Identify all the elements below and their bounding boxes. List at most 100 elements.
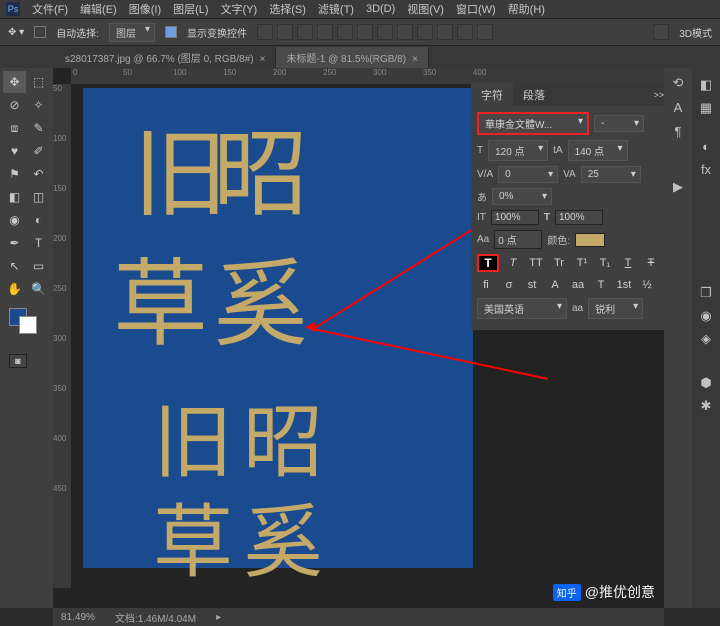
underline-btn[interactable]: T bbox=[619, 255, 637, 271]
subscript-btn[interactable]: T₁ bbox=[596, 255, 614, 271]
kerning-input[interactable]: 0 bbox=[498, 166, 558, 183]
ot-liga-btn[interactable]: fi bbox=[477, 277, 495, 293]
doc-tab[interactable]: s28017387.jpg @ 66.7% (图层 0, RGB/8#)× bbox=[55, 47, 276, 68]
eyedropper-tool[interactable]: ✎ bbox=[27, 117, 50, 139]
type-tool[interactable]: T bbox=[27, 232, 50, 254]
tracking-input[interactable]: 25 bbox=[581, 166, 641, 183]
menu-item[interactable]: 滤镜(T) bbox=[318, 1, 354, 17]
nav-panel-icon[interactable]: ✱ bbox=[695, 395, 717, 417]
menu-item[interactable]: 视图(V) bbox=[407, 1, 444, 17]
3d-panel-icon[interactable]: ⬢ bbox=[695, 372, 717, 394]
brush-tool[interactable]: ✐ bbox=[27, 140, 50, 162]
auto-select-target[interactable]: 图层 bbox=[109, 23, 155, 42]
ot-swsh-btn[interactable]: A bbox=[546, 277, 564, 293]
ot-dlig-btn[interactable]: st bbox=[523, 277, 541, 293]
menu-item[interactable]: 编辑(E) bbox=[80, 1, 117, 17]
panel-menu-icon[interactable]: >> ▤ bbox=[647, 90, 664, 101]
allcaps-btn[interactable]: TT bbox=[527, 255, 545, 271]
status-chevron-icon[interactable]: ▸ bbox=[216, 612, 221, 623]
gradient-tool[interactable]: ◫ bbox=[27, 186, 50, 208]
menu-item[interactable]: 文件(F) bbox=[32, 1, 68, 17]
antialias-select[interactable]: 锐利 bbox=[588, 298, 643, 319]
marquee-tool[interactable]: ⬚ bbox=[27, 71, 50, 93]
distribute-btn[interactable] bbox=[477, 24, 493, 40]
layers-panel-icon[interactable]: ❐ bbox=[695, 282, 717, 304]
styles-panel-icon[interactable]: fx bbox=[695, 158, 717, 180]
move-tool[interactable]: ✥ bbox=[3, 71, 26, 93]
distribute-btn[interactable] bbox=[417, 24, 433, 40]
doc-tab-active[interactable]: 未标题-1 @ 81.5%(RGB/8)× bbox=[276, 47, 428, 68]
close-icon[interactable]: × bbox=[260, 54, 266, 65]
path-tool[interactable]: ↖ bbox=[3, 255, 26, 277]
wand-tool[interactable]: ✧ bbox=[27, 94, 50, 116]
vscale-input[interactable]: 100% bbox=[491, 210, 539, 225]
background-swatch[interactable] bbox=[19, 316, 37, 334]
text-color-swatch[interactable] bbox=[575, 233, 605, 247]
ot-calt-btn[interactable]: σ bbox=[500, 277, 518, 293]
superscript-btn[interactable]: T¹ bbox=[573, 255, 591, 271]
dodge-tool[interactable]: ◐ bbox=[27, 209, 50, 231]
strike-btn[interactable]: Ŧ bbox=[642, 255, 660, 271]
history-icon[interactable]: ⟲ bbox=[667, 72, 689, 94]
menu-item[interactable]: 3D(D) bbox=[366, 3, 395, 15]
distribute-btn[interactable] bbox=[457, 24, 473, 40]
language-select[interactable]: 美国英语 bbox=[477, 298, 567, 319]
font-style-select[interactable]: - bbox=[594, 115, 644, 132]
baseline-input[interactable]: 0 点 bbox=[494, 230, 542, 249]
3d-mode-btn[interactable] bbox=[653, 24, 669, 40]
stamp-tool[interactable]: ⚑ bbox=[3, 163, 26, 185]
paths-panel-icon[interactable]: ◈ bbox=[695, 328, 717, 350]
faux-italic-btn[interactable]: T bbox=[504, 255, 522, 271]
smallcaps-btn[interactable]: Tr bbox=[550, 255, 568, 271]
canvas[interactable]: 旧 昭 草 奚 旧 昭 草 奚 bbox=[83, 88, 473, 568]
zoom-tool[interactable]: 🔍 bbox=[27, 278, 50, 300]
font-size-input[interactable]: 120 点 bbox=[488, 140, 548, 161]
auto-select-checkbox[interactable] bbox=[34, 26, 46, 38]
para-panel-icon[interactable]: ¶ bbox=[667, 120, 689, 142]
blur-tool[interactable]: ◉ bbox=[3, 209, 26, 231]
align-btn[interactable] bbox=[357, 24, 373, 40]
menu-item[interactable]: 窗口(W) bbox=[456, 1, 496, 17]
leading-input[interactable]: 140 点 bbox=[568, 140, 628, 161]
doc-size[interactable]: 文档:1.46M/4.04M bbox=[115, 610, 196, 625]
font-family-select[interactable]: 華康金文體W... bbox=[477, 112, 589, 135]
hscale-input[interactable]: 100% bbox=[555, 210, 603, 225]
menu-item[interactable]: 选择(S) bbox=[269, 1, 306, 17]
align-btn[interactable] bbox=[317, 24, 333, 40]
ot-ordn-btn[interactable]: 1st bbox=[615, 277, 633, 293]
lasso-tool[interactable]: ⊘ bbox=[3, 94, 26, 116]
menu-item[interactable]: 文字(Y) bbox=[221, 1, 258, 17]
swatches-panel-icon[interactable]: ▦ bbox=[695, 97, 717, 119]
distribute-btn[interactable] bbox=[397, 24, 413, 40]
crop-tool[interactable]: ⧈ bbox=[3, 117, 26, 139]
paragraph-tab[interactable]: 段落 bbox=[513, 83, 555, 107]
pen-tool[interactable]: ✒ bbox=[3, 232, 26, 254]
quickmask-btn[interactable]: ◙ bbox=[9, 354, 27, 368]
ot-titl-btn[interactable]: T bbox=[592, 277, 610, 293]
ot-salt-btn[interactable]: aa bbox=[569, 277, 587, 293]
play-icon[interactable]: ▶ bbox=[667, 176, 689, 198]
eraser-tool[interactable]: ◧ bbox=[3, 186, 26, 208]
distribute-btn[interactable] bbox=[437, 24, 453, 40]
shape-tool[interactable]: ▭ bbox=[27, 255, 50, 277]
distribute-btn[interactable] bbox=[377, 24, 393, 40]
align-btn[interactable] bbox=[257, 24, 273, 40]
menu-item[interactable]: 图层(L) bbox=[173, 1, 208, 17]
adjust-panel-icon[interactable]: ◐ bbox=[695, 135, 717, 157]
channels-panel-icon[interactable]: ◉ bbox=[695, 305, 717, 327]
align-btn[interactable] bbox=[297, 24, 313, 40]
faux-bold-btn[interactable]: T bbox=[477, 254, 499, 272]
char-panel-icon[interactable]: A bbox=[667, 96, 689, 118]
show-transform-checkbox[interactable] bbox=[165, 26, 177, 38]
zoom-level[interactable]: 81.49% bbox=[61, 612, 95, 623]
history-brush-tool[interactable]: ↶ bbox=[27, 163, 50, 185]
tsume-input[interactable]: 0% bbox=[492, 188, 552, 205]
color-panel-icon[interactable]: ◧ bbox=[695, 74, 717, 96]
ot-frac-btn[interactable]: ½ bbox=[638, 277, 656, 293]
align-btn[interactable] bbox=[277, 24, 293, 40]
close-icon[interactable]: × bbox=[412, 54, 418, 65]
menu-item[interactable]: 图像(I) bbox=[129, 1, 161, 17]
character-tab[interactable]: 字符 bbox=[471, 83, 513, 107]
hand-tool[interactable]: ✋ bbox=[3, 278, 26, 300]
align-btn[interactable] bbox=[337, 24, 353, 40]
